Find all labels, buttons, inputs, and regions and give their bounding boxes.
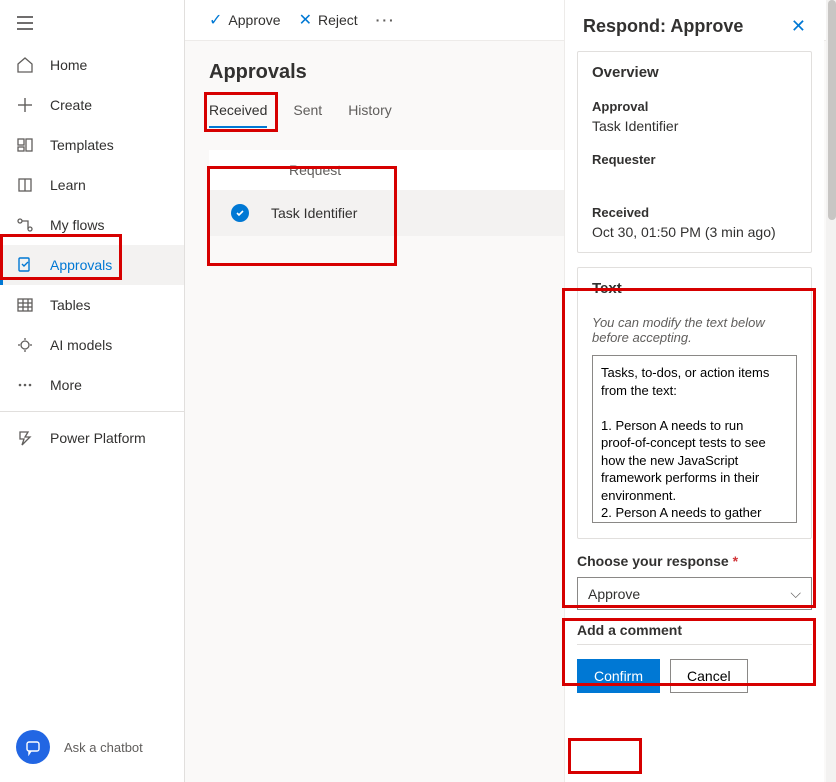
response-selected-value: Approve xyxy=(588,586,640,602)
sidebar-divider xyxy=(0,411,184,412)
chatbot-button[interactable] xyxy=(16,730,50,764)
text-heading: Text xyxy=(592,280,797,297)
requester-label: Requester xyxy=(592,152,797,167)
flows-icon xyxy=(16,216,34,234)
sidebar-item-create[interactable]: Create xyxy=(0,85,184,125)
sidebar-item-label: Power Platform xyxy=(50,430,146,446)
tab-history[interactable]: History xyxy=(348,102,392,128)
reject-button[interactable]: ✕ Reject xyxy=(299,10,358,30)
sidebar-item-label: AI models xyxy=(50,337,112,353)
scrollbar-thumb[interactable] xyxy=(828,0,836,220)
comment-divider xyxy=(577,644,812,645)
sidebar-item-learn[interactable]: Learn xyxy=(0,165,184,205)
cancel-button[interactable]: Cancel xyxy=(670,659,748,693)
sidebar-item-approvals[interactable]: Approvals xyxy=(0,245,184,285)
plus-icon xyxy=(16,96,34,114)
text-card: Text You can modify the text below befor… xyxy=(577,267,812,539)
sidebar-item-templates[interactable]: Templates xyxy=(0,125,184,165)
response-select[interactable]: Approve ⌵ xyxy=(577,577,812,610)
ask-chatbot-label[interactable]: Ask a chatbot xyxy=(64,740,143,755)
sidebar-item-label: Tables xyxy=(50,297,90,313)
home-icon xyxy=(16,56,34,74)
sidebar-item-tables[interactable]: Tables xyxy=(0,285,184,325)
status-check-icon xyxy=(231,204,249,222)
tab-sent[interactable]: Sent xyxy=(293,102,322,128)
received-label: Received xyxy=(592,205,797,220)
panel-title: Respond: Approve xyxy=(583,16,743,37)
check-icon: ✓ xyxy=(209,10,222,30)
sidebar-item-label: Approvals xyxy=(50,257,112,273)
requester-value xyxy=(592,171,797,187)
sidebar-item-label: More xyxy=(50,377,82,393)
confirm-button[interactable]: Confirm xyxy=(577,659,660,693)
respond-panel: Respond: Approve ✕ Overview Approval Tas… xyxy=(564,0,824,782)
overview-heading: Overview xyxy=(592,64,797,81)
templates-icon xyxy=(16,136,34,154)
sidebar-item-label: Templates xyxy=(50,137,114,153)
sidebar-item-label: Learn xyxy=(50,177,86,193)
sidebar-item-aimodels[interactable]: AI models xyxy=(0,325,184,365)
toolbar-more-button[interactable]: ··· xyxy=(376,12,396,28)
overview-card: Overview Approval Task Identifier Reques… xyxy=(577,51,812,253)
response-section: Choose your response * Approve ⌵ xyxy=(577,553,812,610)
tab-received[interactable]: Received xyxy=(209,102,267,128)
response-label: Choose your response * xyxy=(577,553,812,569)
approvals-icon xyxy=(16,256,34,274)
comment-label: Add a comment xyxy=(577,622,812,638)
ai-icon xyxy=(16,336,34,354)
power-platform-icon xyxy=(16,429,34,447)
received-value: Oct 30, 01:50 PM (3 min ago) xyxy=(592,224,797,240)
more-icon xyxy=(16,376,34,394)
sidebar-item-label: My flows xyxy=(50,217,104,233)
request-title: Task Identifier xyxy=(271,205,357,221)
sidebar-item-more[interactable]: More xyxy=(0,365,184,405)
chevron-down-icon: ⌵ xyxy=(790,585,801,602)
sidebar: Home Create Templates Learn My flows App… xyxy=(0,0,185,782)
hamburger-icon xyxy=(16,14,34,32)
close-icon: ✕ xyxy=(791,16,806,36)
text-hint: You can modify the text below before acc… xyxy=(592,315,797,345)
sidebar-item-label: Home xyxy=(50,57,87,73)
required-star: * xyxy=(733,553,738,569)
cross-icon: ✕ xyxy=(299,10,312,30)
comment-section: Add a comment xyxy=(577,622,812,645)
scrollbar-track[interactable] xyxy=(826,0,836,782)
sidebar-item-myflows[interactable]: My flows xyxy=(0,205,184,245)
sidebar-item-label: Create xyxy=(50,97,92,113)
approval-value: Task Identifier xyxy=(592,118,797,134)
chatbot-icon xyxy=(24,738,42,756)
book-icon xyxy=(16,176,34,194)
sidebar-item-powerplatform[interactable]: Power Platform xyxy=(0,418,184,458)
approval-label: Approval xyxy=(592,99,797,114)
sidebar-item-home[interactable]: Home xyxy=(0,45,184,85)
hamburger-menu[interactable] xyxy=(0,0,184,45)
approve-button[interactable]: ✓ Approve xyxy=(209,10,281,30)
close-button[interactable]: ✕ xyxy=(791,16,806,37)
text-input[interactable] xyxy=(592,355,797,523)
toolbar-reject-label: Reject xyxy=(318,12,358,28)
tables-icon xyxy=(16,296,34,314)
toolbar-approve-label: Approve xyxy=(228,12,280,28)
